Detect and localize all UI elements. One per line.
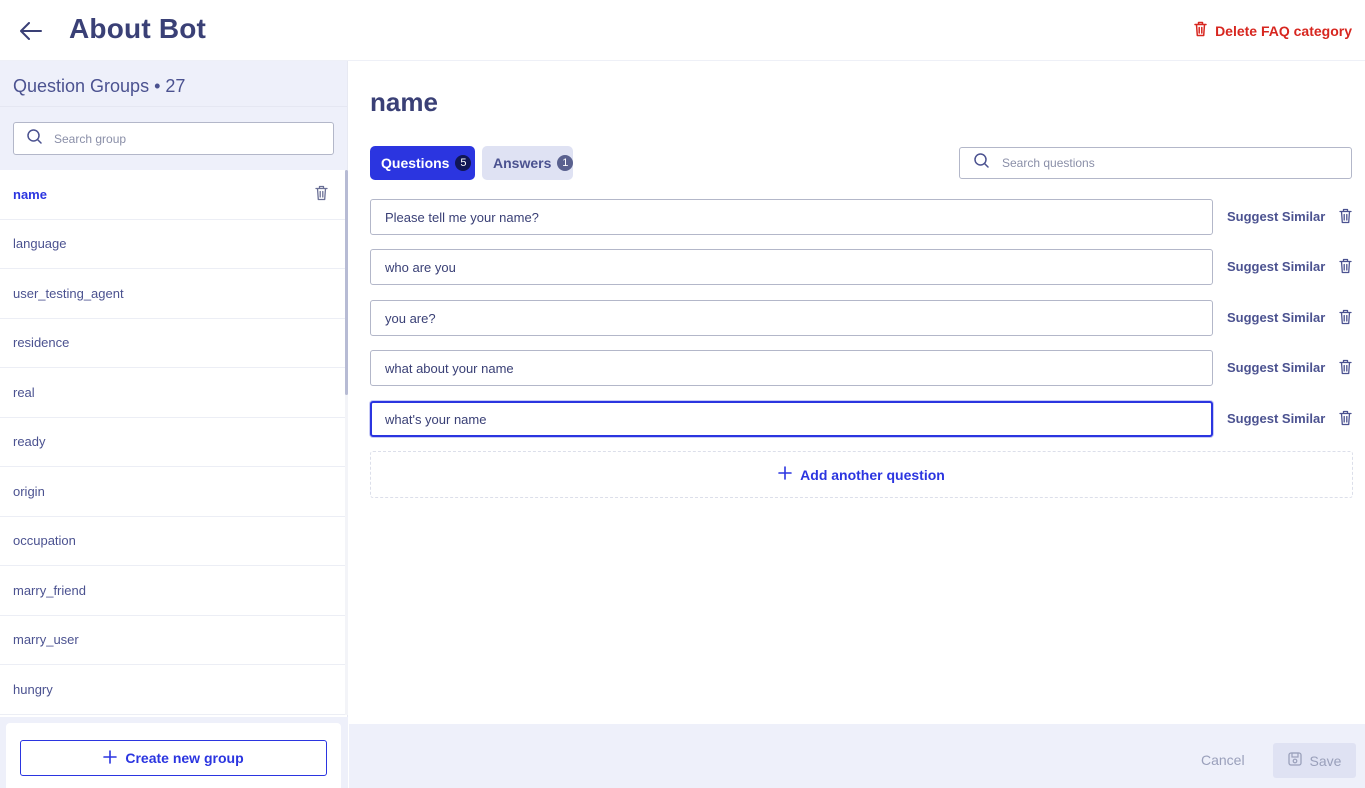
- group-item-real[interactable]: real: [0, 368, 345, 418]
- plus-icon: [103, 749, 118, 767]
- group-item-marry-user[interactable]: marry_user: [0, 616, 345, 665]
- group-item-hungry[interactable]: hungry: [0, 665, 345, 715]
- question-search-input[interactable]: [1002, 156, 1351, 170]
- group-item-label: marry_friend: [13, 582, 86, 598]
- group-item-label: ready: [13, 434, 46, 450]
- question-input[interactable]: [370, 350, 1213, 386]
- group-item-name[interactable]: name: [0, 170, 345, 220]
- question-row: Suggest Similar: [370, 249, 1353, 285]
- question-groups-heading: Question Groups • 27: [0, 61, 347, 107]
- search-icon: [27, 128, 42, 149]
- question-groups-sidebar: Question Groups • 27 name language user_…: [0, 61, 348, 788]
- suggest-similar-button[interactable]: Suggest Similar: [1227, 259, 1325, 274]
- trash-icon[interactable]: [1339, 359, 1353, 376]
- save-label: Save: [1309, 752, 1342, 769]
- question-row: Suggest Similar: [370, 401, 1353, 437]
- group-item-label: real: [13, 384, 35, 400]
- create-new-group-button[interactable]: Create new group: [20, 740, 327, 776]
- tab-label: Answers: [493, 155, 552, 171]
- tab-questions[interactable]: Questions 5: [370, 146, 475, 180]
- group-search-container: [0, 107, 347, 170]
- question-input[interactable]: [370, 199, 1213, 235]
- suggest-similar-button[interactable]: Suggest Similar: [1227, 360, 1325, 375]
- question-row: Suggest Similar: [370, 350, 1353, 386]
- save-icon: [1287, 752, 1302, 769]
- question-input[interactable]: [370, 300, 1213, 336]
- back-arrow-icon[interactable]: [18, 18, 44, 44]
- group-search-input[interactable]: [54, 131, 333, 146]
- group-item-origin[interactable]: origin: [0, 467, 345, 517]
- trash-icon[interactable]: [1339, 410, 1353, 427]
- save-button[interactable]: Save: [1273, 743, 1356, 778]
- trash-icon[interactable]: [1339, 258, 1353, 275]
- question-input-focused[interactable]: [370, 401, 1213, 437]
- plus-icon: [778, 466, 792, 483]
- suggest-similar-button[interactable]: Suggest Similar: [1227, 310, 1325, 325]
- create-group-card: Create new group: [6, 723, 341, 788]
- group-item-label: language: [13, 236, 67, 252]
- group-item-marry-friend[interactable]: marry_friend: [0, 566, 345, 616]
- suggest-similar-button[interactable]: Suggest Similar: [1227, 411, 1325, 426]
- question-row: Suggest Similar: [370, 199, 1353, 235]
- delete-faq-category-label: Delete FAQ category: [1215, 22, 1352, 39]
- group-item-label: origin: [13, 483, 45, 499]
- sidebar-footer: Create new group: [0, 717, 348, 788]
- group-item-label: occupation: [13, 533, 76, 549]
- trash-icon[interactable]: [1339, 208, 1353, 225]
- question-search-box: [959, 147, 1352, 179]
- group-item-language[interactable]: language: [0, 220, 345, 269]
- trash-icon: [1194, 21, 1207, 40]
- add-another-question-label: Add another question: [800, 466, 945, 483]
- group-item-occupation[interactable]: occupation: [0, 517, 345, 566]
- search-icon: [974, 153, 989, 173]
- group-list: name language user_testing_agent residen…: [0, 170, 345, 715]
- tab-label: Questions: [381, 155, 450, 171]
- group-item-label: user_testing_agent: [13, 285, 124, 301]
- editor-footer: Cancel Save: [349, 724, 1365, 788]
- page-title: About Bot: [69, 13, 207, 44]
- group-item-label: hungry: [13, 681, 53, 697]
- group-title: name: [370, 87, 438, 117]
- count-badge: 1: [557, 155, 574, 171]
- group-search-box: [13, 122, 334, 155]
- suggest-similar-button[interactable]: Suggest Similar: [1227, 209, 1325, 224]
- create-new-group-label: Create new group: [125, 750, 244, 766]
- group-item-label: marry_user: [13, 632, 79, 648]
- top-bar: About Bot Delete FAQ category: [0, 0, 1365, 61]
- group-editor: name Questions 5 Answers 1 Suggest Simil…: [349, 61, 1365, 724]
- group-item-ready[interactable]: ready: [0, 418, 345, 467]
- cancel-button[interactable]: Cancel: [1201, 752, 1245, 768]
- group-item-label: residence: [13, 335, 70, 351]
- group-item-user-testing-agent[interactable]: user_testing_agent: [0, 269, 345, 319]
- delete-faq-category-button[interactable]: Delete FAQ category: [1194, 21, 1352, 40]
- question-row: Suggest Similar: [370, 300, 1353, 336]
- add-another-question-button[interactable]: Add another question: [370, 451, 1353, 498]
- trash-icon[interactable]: [315, 185, 328, 204]
- group-item-label: name: [13, 186, 47, 202]
- group-item-residence[interactable]: residence: [0, 319, 345, 368]
- tab-answers[interactable]: Answers 1: [482, 146, 574, 180]
- sidebar-scrollbar-thumb[interactable]: [345, 170, 348, 395]
- question-input[interactable]: [370, 249, 1213, 285]
- count-badge: 5: [455, 155, 472, 171]
- trash-icon[interactable]: [1339, 309, 1353, 326]
